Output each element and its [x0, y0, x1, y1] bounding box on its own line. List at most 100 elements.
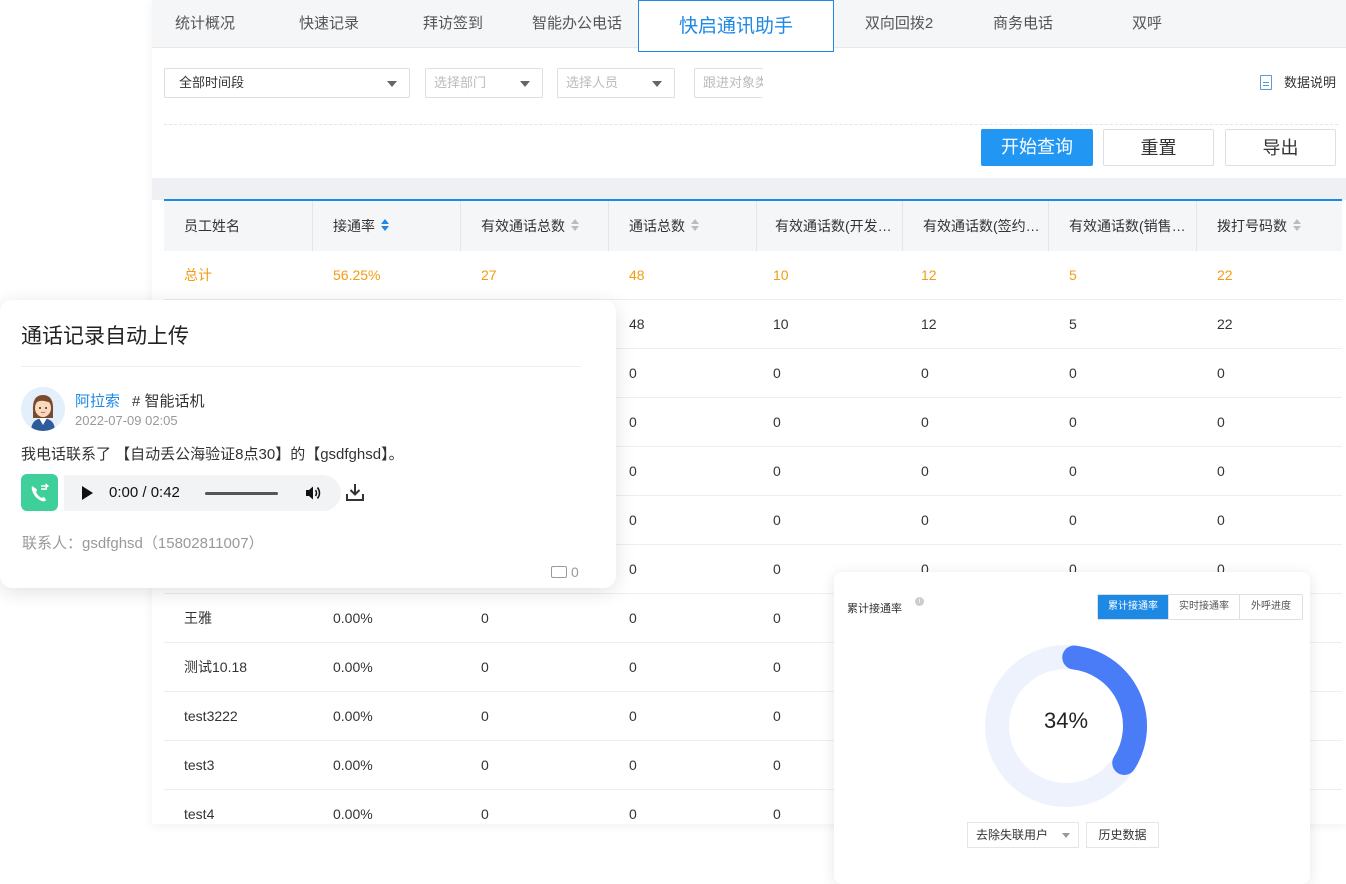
table-cell: 0 — [921, 512, 929, 528]
col-dialed-numbers[interactable]: 拨打号码数 — [1197, 201, 1342, 251]
table-cell: 0 — [481, 757, 489, 773]
history-data-button[interactable]: 历史数据 — [1086, 822, 1159, 848]
start-query-button[interactable]: 开始查询 — [981, 129, 1093, 166]
table-cell: 56.25% — [333, 267, 381, 283]
col-valid-calls-contract: 有效通话数(签约… — [903, 201, 1049, 251]
table-cell: 22 — [1217, 267, 1233, 283]
table-cell: 0 — [481, 610, 489, 626]
section-divider — [152, 178, 1346, 200]
table-cell: 5 — [1069, 316, 1077, 332]
table-header: 员工姓名 接通率 有效通话总数 通话总数 有效通话数(开发… 有效通话数(签约…… — [164, 199, 1342, 251]
avatar — [21, 387, 65, 431]
table-cell: 0 — [1217, 512, 1225, 528]
tab-outbound-progress[interactable]: 外呼进度 — [1240, 595, 1302, 619]
col-connect-rate[interactable]: 接通率 — [313, 201, 461, 251]
table-cell: 27 — [481, 267, 497, 283]
sort-icon[interactable] — [691, 219, 699, 233]
table-cell: 10 — [773, 316, 789, 332]
audio-player[interactable]: 0:00 / 0:42 — [64, 475, 341, 511]
table-cell: 0 — [1217, 463, 1225, 479]
call-record-card: 通话记录自动上传 阿拉索 # 智能话机 2022-07-09 02:05 我电话… — [0, 300, 616, 588]
chevron-down-icon — [1062, 833, 1070, 838]
col-valid-calls-sales: 有效通话数(销售… — [1049, 201, 1197, 251]
time-range-select[interactable]: 全部时间段 — [164, 68, 410, 98]
download-icon[interactable] — [345, 482, 365, 507]
call-timestamp: 2022-07-09 02:05 — [75, 413, 178, 428]
table-cell: 0 — [773, 463, 781, 479]
table-cell: 0.00% — [333, 806, 373, 822]
tab-business-phone[interactable]: 商务电话 — [970, 0, 1076, 48]
follow-type-select[interactable]: 跟进对象类型 — [694, 68, 763, 98]
tab-two-way-callback[interactable]: 双向回拨2 — [846, 0, 952, 48]
table-cell: 0.00% — [333, 708, 373, 724]
table-cell: 48 — [629, 267, 645, 283]
table-cell: 0 — [773, 365, 781, 381]
table-cell: 0 — [1217, 414, 1225, 430]
table-cell: test3222 — [184, 708, 238, 724]
tab-overview[interactable]: 统计概况 — [152, 0, 258, 48]
table-cell: 0 — [629, 708, 637, 724]
divider — [164, 124, 1338, 125]
volume-icon[interactable] — [305, 485, 323, 506]
call-message: 我电话联系了 【自动丢公海验证8点30】的【gsdfghsd】。 — [21, 446, 404, 463]
col-calls-total[interactable]: 通话总数 — [609, 201, 757, 251]
table-cell: 0 — [1069, 414, 1077, 430]
table-cell: 0 — [1069, 463, 1077, 479]
chevron-down-icon — [520, 81, 530, 87]
col-staff-name: 员工姓名 — [164, 201, 313, 251]
table-cell: 0 — [773, 561, 781, 577]
rate-tab-group: 累计接通率 实时接通率 外呼进度 — [1097, 594, 1303, 620]
reset-button[interactable]: 重置 — [1103, 129, 1214, 166]
contact-info: 联系人：gsdfghsd（15802811007） — [22, 535, 264, 552]
user-name-link[interactable]: 阿拉索 — [75, 390, 120, 411]
table-cell: 0 — [921, 414, 929, 430]
phone-call-icon — [21, 474, 58, 511]
tab-smart-office-phone[interactable]: 智能办公电话 — [524, 0, 630, 48]
table-cell: 0 — [773, 512, 781, 528]
table-cell: 王雅 — [184, 610, 212, 626]
audio-progress-track[interactable] — [205, 492, 278, 495]
col-valid-calls-total[interactable]: 有效通话总数 — [461, 201, 609, 251]
table-cell: test3 — [184, 757, 215, 773]
tab-quick-record[interactable]: 快速记录 — [276, 0, 382, 48]
table-cell: 0 — [629, 757, 637, 773]
document-icon — [1260, 75, 1272, 90]
department-select[interactable]: 选择部门 — [425, 68, 543, 98]
sort-icon[interactable] — [1293, 219, 1301, 233]
tab-visit-checkin[interactable]: 拜访签到 — [400, 0, 506, 48]
rate-card-title: 累计接通率 — [847, 603, 902, 615]
table-cell: 10 — [773, 267, 789, 283]
card-title: 通话记录自动上传 — [21, 325, 189, 348]
tab-cumulative-rate[interactable]: 累计接通率 — [1098, 595, 1169, 619]
export-button[interactable]: 导出 — [1225, 129, 1336, 166]
info-icon[interactable]: i — [915, 597, 924, 606]
table-cell: 0 — [921, 365, 929, 381]
table-cell: 0 — [1069, 365, 1077, 381]
table-cell: 0 — [1217, 365, 1225, 381]
tab-realtime-rate[interactable]: 实时接通率 — [1169, 595, 1240, 619]
sort-icon[interactable] — [381, 219, 389, 233]
table-cell: 0 — [773, 757, 781, 773]
table-cell: 12 — [921, 267, 937, 283]
table-cell: 0 — [773, 610, 781, 626]
rate-percent-label: 34% — [1043, 708, 1089, 733]
table-cell: 0 — [629, 806, 637, 822]
table-cell: 总计 — [184, 267, 212, 283]
table-cell: 22 — [1217, 316, 1233, 332]
tab-quick-comm-assistant[interactable]: 快启通讯助手 — [638, 0, 834, 52]
col-valid-calls-develop: 有效通话数(开发… — [757, 201, 903, 251]
table-cell: 12 — [921, 316, 937, 332]
chevron-down-icon — [387, 81, 397, 87]
comments-count[interactable]: 0 — [551, 564, 579, 580]
staff-select[interactable]: 选择人员 — [557, 68, 675, 98]
play-icon[interactable] — [82, 486, 93, 500]
table-cell: 测试10.18 — [184, 659, 248, 675]
divider — [21, 366, 581, 367]
sort-icon[interactable] — [571, 219, 579, 233]
exclude-lost-users-select[interactable]: 去除失联用户 — [967, 822, 1079, 848]
table-cell: 0.00% — [333, 757, 373, 773]
table-cell: 0 — [773, 806, 781, 822]
data-description-link[interactable]: 数据说明 — [1260, 74, 1336, 92]
tab-dual-call[interactable]: 双呼 — [1094, 0, 1200, 48]
chevron-down-icon — [652, 81, 662, 87]
